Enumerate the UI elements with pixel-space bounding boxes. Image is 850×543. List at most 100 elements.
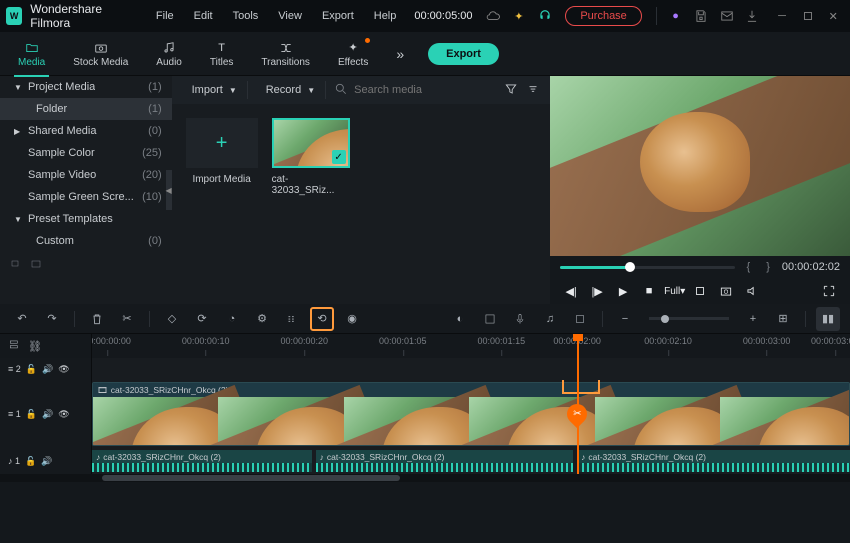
- mute-icon[interactable]: 🔊: [41, 456, 52, 467]
- zoom-out-button[interactable]: −: [613, 307, 637, 331]
- duration-button[interactable]: ◔: [220, 307, 244, 331]
- stop-button[interactable]: ■: [638, 280, 660, 302]
- collapse-handle[interactable]: ◀: [166, 170, 172, 210]
- fullscreen-icon[interactable]: [818, 280, 840, 302]
- visibility-icon[interactable]: 👁: [58, 409, 69, 420]
- minimize-icon[interactable]: ─: [771, 4, 793, 28]
- music-icon: ♪: [581, 452, 585, 462]
- tree-sample-video[interactable]: Sample Video(20): [0, 164, 172, 186]
- adjust-button[interactable]: ⚙: [250, 307, 274, 331]
- timeline-ruler[interactable]: 00:00:00:00 00:00:00:10 00:00:00:20 00:0…: [92, 334, 850, 358]
- media-clip-tile[interactable]: ✓ cat-32033_SRiz...: [272, 118, 350, 290]
- speed-button[interactable]: ⟳: [190, 307, 214, 331]
- color-button[interactable]: [280, 307, 304, 331]
- undo-button[interactable]: ↶: [10, 307, 34, 331]
- video-track-body[interactable]: 🎞cat-32033_SRizCHnr_Okcq (2) ✂: [92, 380, 850, 448]
- volume-icon[interactable]: [741, 280, 763, 302]
- audio-stretch-button[interactable]: ⟲: [310, 307, 334, 331]
- preview-viewport[interactable]: [550, 76, 850, 256]
- tree-folder[interactable]: Folder(1): [0, 98, 172, 120]
- tab-audio[interactable]: Audio: [146, 36, 192, 72]
- tab-transitions[interactable]: Transitions: [251, 36, 320, 72]
- play-button[interactable]: ▶: [612, 280, 634, 302]
- tree-sample-green[interactable]: Sample Green Scre...(10): [0, 186, 172, 208]
- tab-effects[interactable]: ✦ Effects: [328, 36, 378, 72]
- step-back-button[interactable]: |▶: [586, 280, 608, 302]
- tree-shared-media[interactable]: ▶Shared Media(0): [0, 120, 172, 142]
- timeline-scrollbar[interactable]: [0, 474, 850, 482]
- keyframe-button[interactable]: ◉: [340, 307, 364, 331]
- visibility-icon[interactable]: 👁: [58, 364, 69, 375]
- folder-settings-icon[interactable]: [30, 258, 42, 273]
- lock-icon[interactable]: 🔓: [26, 364, 37, 375]
- tab-titles[interactable]: T Titles: [200, 36, 244, 72]
- maximize-icon[interactable]: [797, 4, 819, 28]
- crop-icon[interactable]: [689, 280, 711, 302]
- message-icon[interactable]: [716, 4, 738, 28]
- snapshot-icon[interactable]: [715, 280, 737, 302]
- menu-export[interactable]: Export: [314, 10, 362, 22]
- close-icon[interactable]: ✕: [822, 4, 844, 28]
- filter-icon[interactable]: [504, 82, 518, 99]
- tree-project-media[interactable]: ▼Project Media(1): [0, 76, 172, 98]
- account-icon[interactable]: ●: [665, 4, 687, 28]
- lock-icon[interactable]: 🔓: [26, 409, 37, 420]
- tree-custom[interactable]: Custom(0): [0, 230, 172, 252]
- tree-preset-templates[interactable]: ▼Preset Templates: [0, 208, 172, 230]
- mute-icon[interactable]: 🔊: [42, 364, 53, 375]
- mark-button[interactable]: ◇: [160, 307, 184, 331]
- tree-sample-color[interactable]: Sample Color(25): [0, 142, 172, 164]
- delete-button[interactable]: [85, 307, 109, 331]
- timeline-layout-button[interactable]: ▮▮: [816, 307, 840, 331]
- save-icon[interactable]: [690, 4, 712, 28]
- audio-clip-3[interactable]: ♪cat-32033_SRizCHnr_Okcq (2): [577, 450, 850, 472]
- mix-button[interactable]: ◐: [448, 307, 472, 331]
- audio-clip-2[interactable]: ♪cat-32033_SRizCHnr_Okcq (2): [316, 450, 574, 472]
- download-icon[interactable]: [742, 4, 764, 28]
- redo-button[interactable]: ↷: [40, 307, 64, 331]
- mark-in-button[interactable]: {: [743, 261, 755, 273]
- cloud-icon[interactable]: [483, 4, 505, 28]
- tips-icon[interactable]: ✦: [508, 4, 530, 28]
- marker-add-button[interactable]: [568, 307, 592, 331]
- purchase-button[interactable]: Purchase: [565, 6, 641, 26]
- menu-edit[interactable]: Edit: [186, 10, 221, 22]
- lock-icon[interactable]: 🔓: [25, 456, 36, 467]
- tab-stock-media[interactable]: Stock Media: [63, 36, 138, 72]
- menu-tools[interactable]: Tools: [225, 10, 267, 22]
- seek-slider[interactable]: [560, 266, 734, 269]
- video-clip[interactable]: 🎞cat-32033_SRizCHnr_Okcq (2): [92, 382, 850, 446]
- more-tabs-button[interactable]: »: [386, 46, 414, 62]
- import-dropdown[interactable]: Import▼: [182, 81, 248, 99]
- audio-clip-1[interactable]: ♪cat-32033_SRizCHnr_Okcq (2): [92, 450, 312, 472]
- playhead[interactable]: [577, 334, 579, 358]
- zoom-fit-button[interactable]: ⊞: [771, 307, 795, 331]
- audio-track-body[interactable]: ♪cat-32033_SRizCHnr_Okcq (2) ♪cat-32033_…: [92, 448, 850, 474]
- sort-icon[interactable]: [526, 82, 540, 99]
- export-button[interactable]: Export: [428, 43, 499, 65]
- support-icon[interactable]: [534, 4, 556, 28]
- record-dropdown[interactable]: Record▼: [256, 81, 326, 99]
- voiceover-button[interactable]: [508, 307, 532, 331]
- import-media-tile[interactable]: + Import Media: [186, 118, 258, 290]
- effect-track-body[interactable]: [92, 358, 850, 380]
- transition-icon: [278, 40, 294, 56]
- prev-frame-button[interactable]: ◀|: [560, 280, 582, 302]
- link-icon[interactable]: ⛓: [28, 340, 42, 353]
- mute-icon[interactable]: 🔊: [42, 409, 53, 420]
- menu-help[interactable]: Help: [366, 10, 405, 22]
- zoom-in-button[interactable]: +: [741, 307, 765, 331]
- new-folder-icon[interactable]: [10, 258, 22, 273]
- mark-out-button[interactable]: }: [762, 261, 774, 273]
- audio-mixer-button[interactable]: ♫: [538, 307, 562, 331]
- menu-view[interactable]: View: [270, 10, 310, 22]
- zoom-slider[interactable]: [649, 317, 729, 320]
- split-button[interactable]: ✂: [115, 307, 139, 331]
- render-button[interactable]: [478, 307, 502, 331]
- quality-dropdown[interactable]: Full ▾: [664, 280, 685, 302]
- track-manage-icon[interactable]: [8, 338, 22, 355]
- tab-media[interactable]: Media: [8, 36, 55, 72]
- search-wrapper: [334, 82, 496, 99]
- menu-file[interactable]: File: [148, 10, 182, 22]
- search-input[interactable]: [354, 84, 496, 96]
